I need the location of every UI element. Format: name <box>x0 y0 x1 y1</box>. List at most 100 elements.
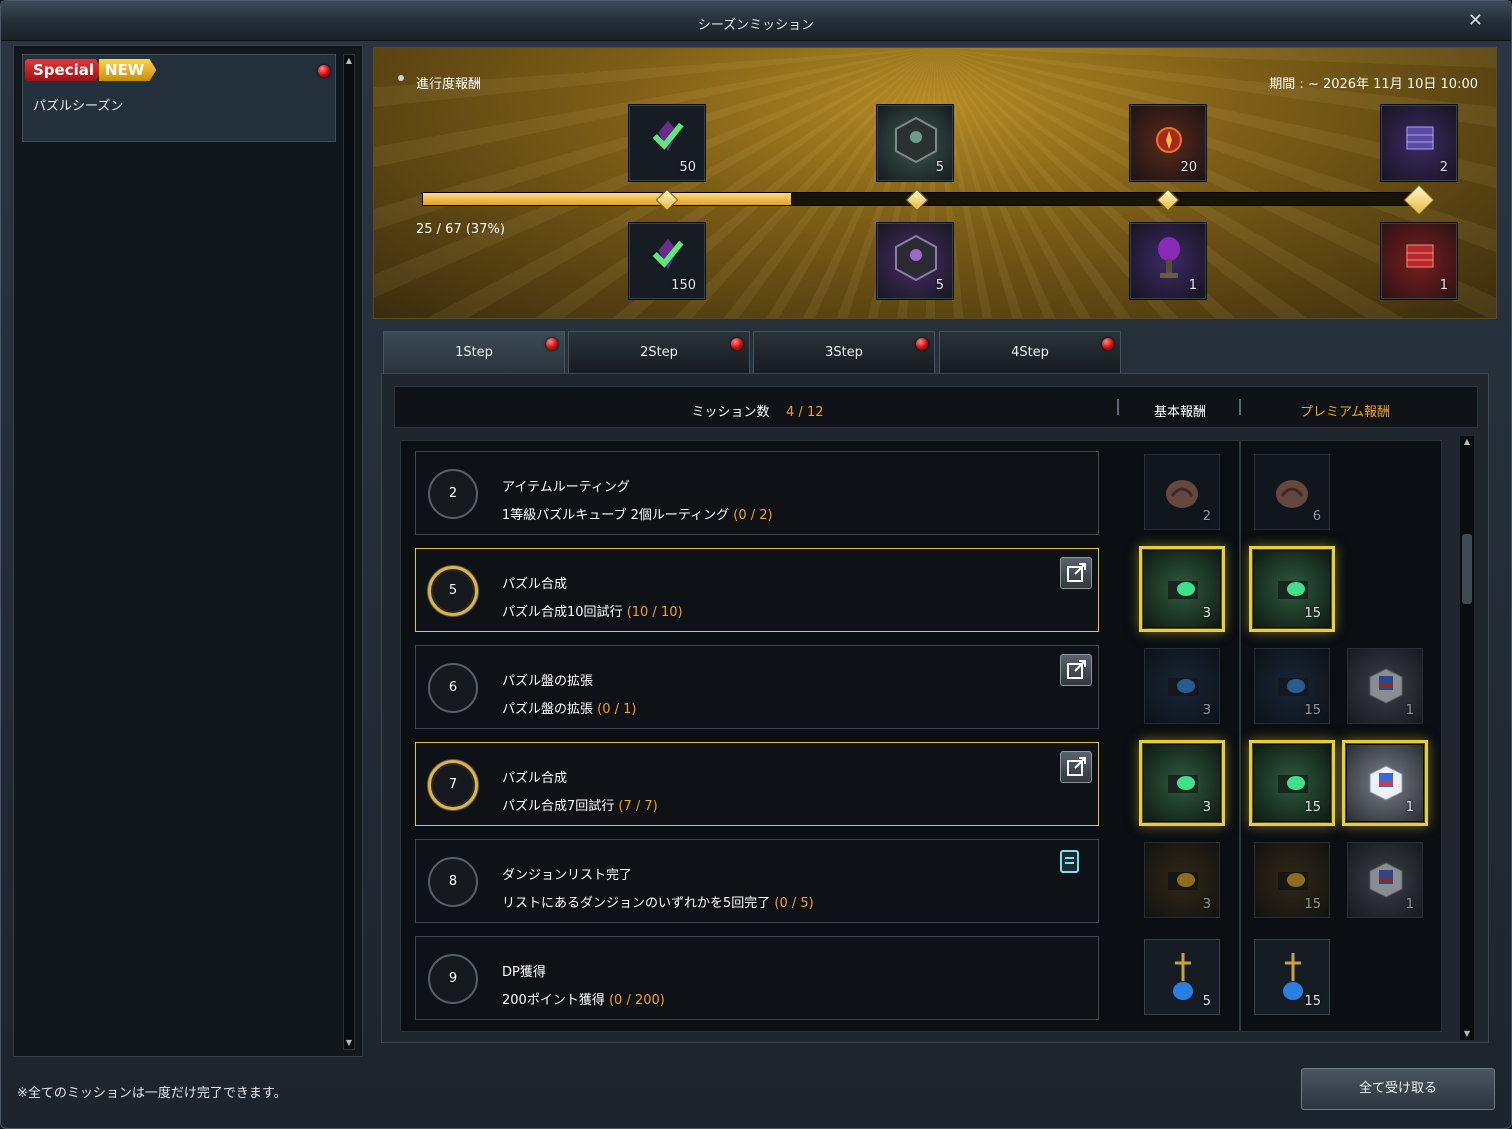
basic-reward-item[interactable]: 2 <box>1143 453 1221 531</box>
mission-list-scrollbar[interactable]: ▲ ▼ <box>1460 436 1474 1040</box>
premium-reward-item[interactable]: 15 <box>1253 938 1331 1016</box>
mission-number: 5 <box>428 566 478 616</box>
premium-reward-item[interactable]: 6 <box>1253 453 1331 531</box>
premium-reward-item[interactable]: 15 <box>1253 841 1331 919</box>
alert-dot-icon <box>318 65 330 77</box>
progress-reward-item[interactable]: 150 <box>628 222 706 300</box>
alert-dot-icon <box>1102 338 1114 350</box>
milestone-marker-icon <box>1403 184 1435 216</box>
step-tabs: 1Step 2Step 3Step 4Step <box>381 331 1381 373</box>
red-crest-icon <box>1156 127 1182 153</box>
tab-3step[interactable]: 3Step <box>753 331 935 373</box>
basic-reward-item[interactable]: 3 <box>1143 647 1221 725</box>
reward-count: 50 <box>679 160 696 175</box>
scroll-up-icon[interactable]: ▲ <box>344 55 354 67</box>
reward-count: 1 <box>1405 703 1414 718</box>
premium-reward-item[interactable]: 15 <box>1249 546 1335 632</box>
tab-label: 4Step <box>1011 345 1049 360</box>
progress-reward-item[interactable]: 1 <box>1129 222 1207 300</box>
check-gem-icon <box>652 120 684 152</box>
shortcut-button[interactable] <box>1060 654 1092 686</box>
tab-1step[interactable]: 1Step <box>383 331 565 373</box>
mission-progress: (7 / 7) <box>618 799 658 814</box>
premium-reward-item[interactable]: 1 <box>1346 841 1424 919</box>
bullet-icon <box>398 75 404 81</box>
mission-row[interactable]: 8 ダンジョンリスト完了 リストにあるダンジョンのいずれかを5回完了 (0 / … <box>415 839 1099 923</box>
progress-reward-item[interactable]: 2 <box>1380 104 1458 182</box>
mission-row[interactable]: 2 アイテムルーティング 1等級パズルキューブ 2個ルーティング (0 / 2) <box>415 451 1099 535</box>
premium-reward-item[interactable]: 1 <box>1346 647 1424 725</box>
basic-reward-item[interactable]: 5 <box>1143 938 1221 1016</box>
mission-progress: (0 / 5) <box>774 896 814 911</box>
tab-label: 1Step <box>455 345 493 360</box>
reward-column-divider <box>1239 441 1241 1031</box>
blue-gem-icon <box>1168 678 1198 696</box>
mission-progress: (0 / 200) <box>608 993 665 1008</box>
progress-reward-item[interactable]: 50 <box>628 104 706 182</box>
basic-reward-item[interactable]: 3 <box>1143 841 1221 919</box>
tab-label: 2Step <box>640 345 678 360</box>
close-icon[interactable]: ✕ <box>1468 10 1483 31</box>
check-gem-icon <box>652 238 684 270</box>
reward-count: 15 <box>1304 994 1321 1009</box>
shortcut-button[interactable] <box>1060 557 1092 589</box>
mission-row[interactable]: 5 パズル合成 パズル合成10回試行 (10 / 10) <box>415 548 1099 632</box>
progress-reward-item[interactable]: 1 <box>1380 222 1458 300</box>
mission-number: 7 <box>428 760 478 810</box>
external-link-icon <box>1067 563 1086 582</box>
tab-label: 3Step <box>825 345 863 360</box>
progress-reward-title: 進行度報酬 <box>416 77 482 92</box>
reward-count: 15 <box>1304 800 1321 815</box>
basic-reward-item[interactable]: 3 <box>1139 546 1225 632</box>
footer-note: ※全てのミッションは一度だけ完了できます。 <box>17 1086 287 1101</box>
reward-count: 1 <box>1405 897 1414 912</box>
progress-reward-item[interactable]: 20 <box>1129 104 1207 182</box>
shortcut-button[interactable] <box>1060 751 1092 783</box>
progress-reward-item[interactable]: 5 <box>876 104 954 182</box>
reward-count: 3 <box>1202 897 1211 912</box>
scroll-down-icon[interactable]: ▼ <box>1462 1028 1472 1040</box>
reward-count: 3 <box>1202 606 1211 621</box>
mission-desc-text: リストにあるダンジョンのいずれかを5回完了 <box>502 896 771 911</box>
puzzle-cube-icon <box>895 234 937 282</box>
progress-reward-item[interactable]: 5 <box>876 222 954 300</box>
mission-desc-text: 200ポイント獲得 <box>502 993 605 1008</box>
claim-all-button[interactable]: 全て受け取る <box>1301 1068 1495 1110</box>
document-list-icon <box>1060 850 1079 873</box>
title-bar[interactable]: シーズンミッション ✕ <box>1 1 1511 41</box>
mission-desc: 200ポイント獲得 (0 / 200) <box>502 989 665 1008</box>
reward-count: 6 <box>1312 509 1321 524</box>
premium-reward-item[interactable]: 1 <box>1342 740 1428 826</box>
season-list-scrollbar[interactable]: ▲ ▼ <box>343 54 355 1050</box>
scroll-down-icon[interactable]: ▼ <box>344 1037 354 1049</box>
period-text: 期間 : ~ 2026年 11月 10日 10:00 <box>1269 77 1478 92</box>
progress-text: 25 / 67 (37%) <box>416 222 505 237</box>
mission-row[interactable]: 9 DP獲得 200ポイント獲得 (0 / 200) <box>415 936 1099 1020</box>
dungeon-list-button[interactable] <box>1058 848 1084 876</box>
season-list-panel: Special NEW パズルシーズン ▲ ▼ <box>13 45 363 1057</box>
season-mission-window: シーズンミッション ✕ Special NEW パズルシーズン ▲ ▼ 進行度報… <box>0 0 1512 1129</box>
basic-reward-item[interactable]: 3 <box>1139 740 1225 826</box>
scroll-up-icon[interactable]: ▲ <box>1462 436 1472 448</box>
reward-count: 15 <box>1304 897 1321 912</box>
mission-progress: (10 / 10) <box>626 605 683 620</box>
tab-2step[interactable]: 2Step <box>568 331 750 373</box>
mission-row[interactable]: 7 パズル合成 パズル合成7回試行 (7 / 7) <box>415 742 1099 826</box>
mission-content: ミッション数 4 / 12 基本報酬 プレミアム報酬 2 アイテムルーティング … <box>381 373 1489 1043</box>
reward-count: 1 <box>1405 800 1414 815</box>
season-item-puzzle[interactable]: Special NEW パズルシーズン <box>22 54 336 142</box>
green-gem-icon <box>1278 775 1308 793</box>
blue-gem-icon <box>1278 678 1308 696</box>
special-badge: Special <box>25 59 103 81</box>
tab-4step[interactable]: 4Step <box>939 331 1121 373</box>
premium-reward-item[interactable]: 15 <box>1249 740 1335 826</box>
mission-count-label: ミッション数 <box>691 405 770 420</box>
scroll-thumb[interactable] <box>1462 534 1472 604</box>
mission-row[interactable]: 6 パズル盤の拡張 パズル盤の拡張 (0 / 1) <box>415 645 1099 729</box>
header-divider <box>1239 399 1241 415</box>
mission-title: パズル合成 <box>502 771 568 786</box>
mission-progress: (0 / 1) <box>597 702 637 717</box>
mission-desc: パズル盤の拡張 (0 / 1) <box>502 698 637 717</box>
green-gem-icon <box>1168 581 1198 599</box>
premium-reward-item[interactable]: 15 <box>1253 647 1331 725</box>
